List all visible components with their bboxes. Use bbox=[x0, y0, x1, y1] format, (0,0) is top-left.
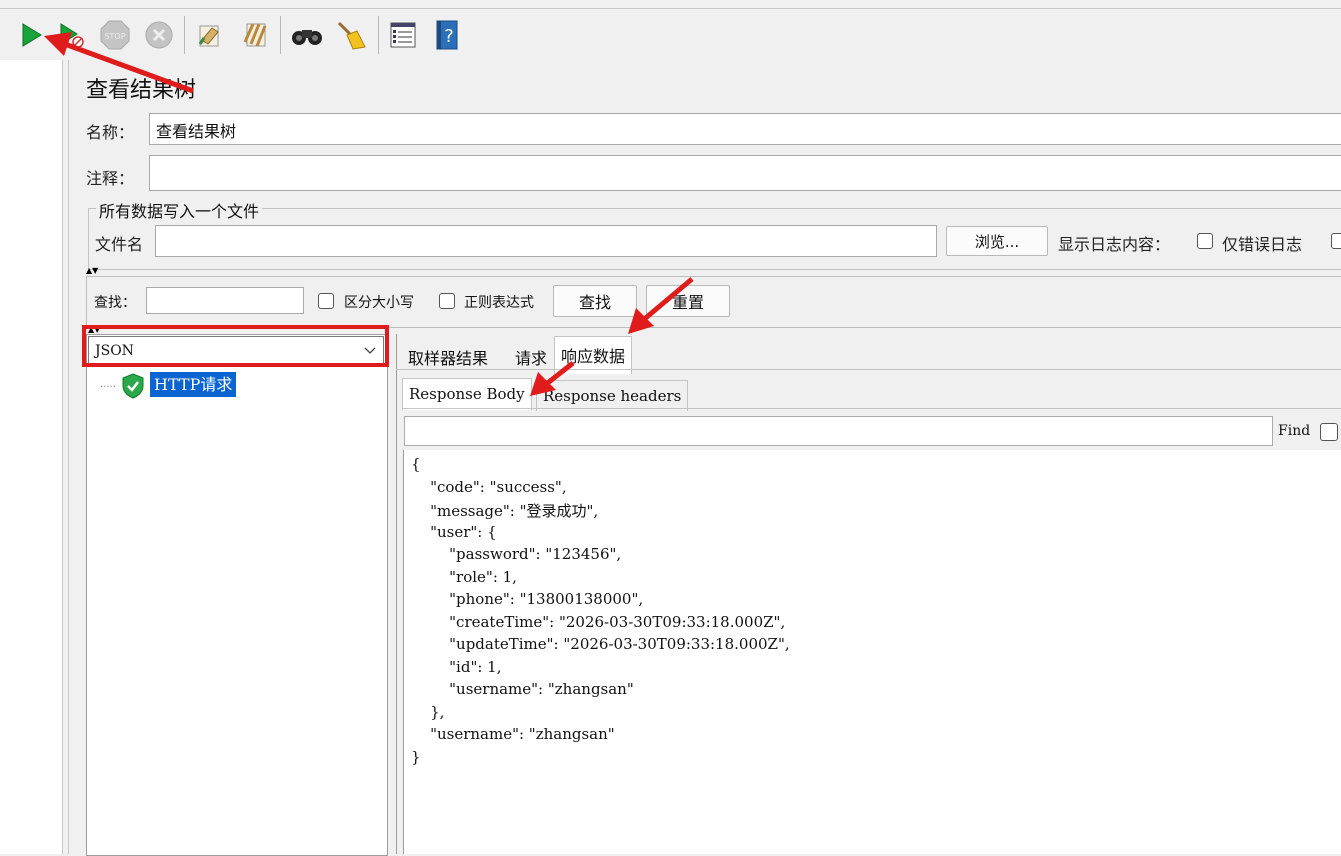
annotation-arrows bbox=[44, 32, 694, 396]
annotation-arrow bbox=[530, 361, 575, 396]
annotation-arrow bbox=[628, 277, 694, 334]
annotation-arrow bbox=[44, 32, 194, 94]
